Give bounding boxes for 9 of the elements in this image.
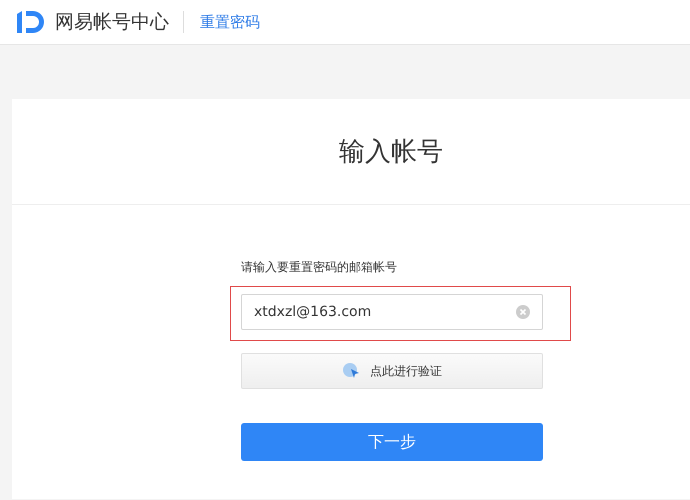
logo-icon: [15, 8, 47, 36]
field-label: 请输入要重置密码的邮箱帐号: [241, 259, 398, 276]
verify-button[interactable]: 点此进行验证: [241, 353, 543, 389]
page-title: 重置密码: [200, 12, 260, 32]
card-title: 输入帐号: [339, 136, 443, 169]
clear-icon[interactable]: [516, 305, 530, 319]
email-field[interactable]: xtdxzl@163.com: [241, 294, 543, 330]
brand-name: 网易帐号中心: [55, 10, 169, 35]
next-button[interactable]: 下一步: [241, 423, 543, 461]
